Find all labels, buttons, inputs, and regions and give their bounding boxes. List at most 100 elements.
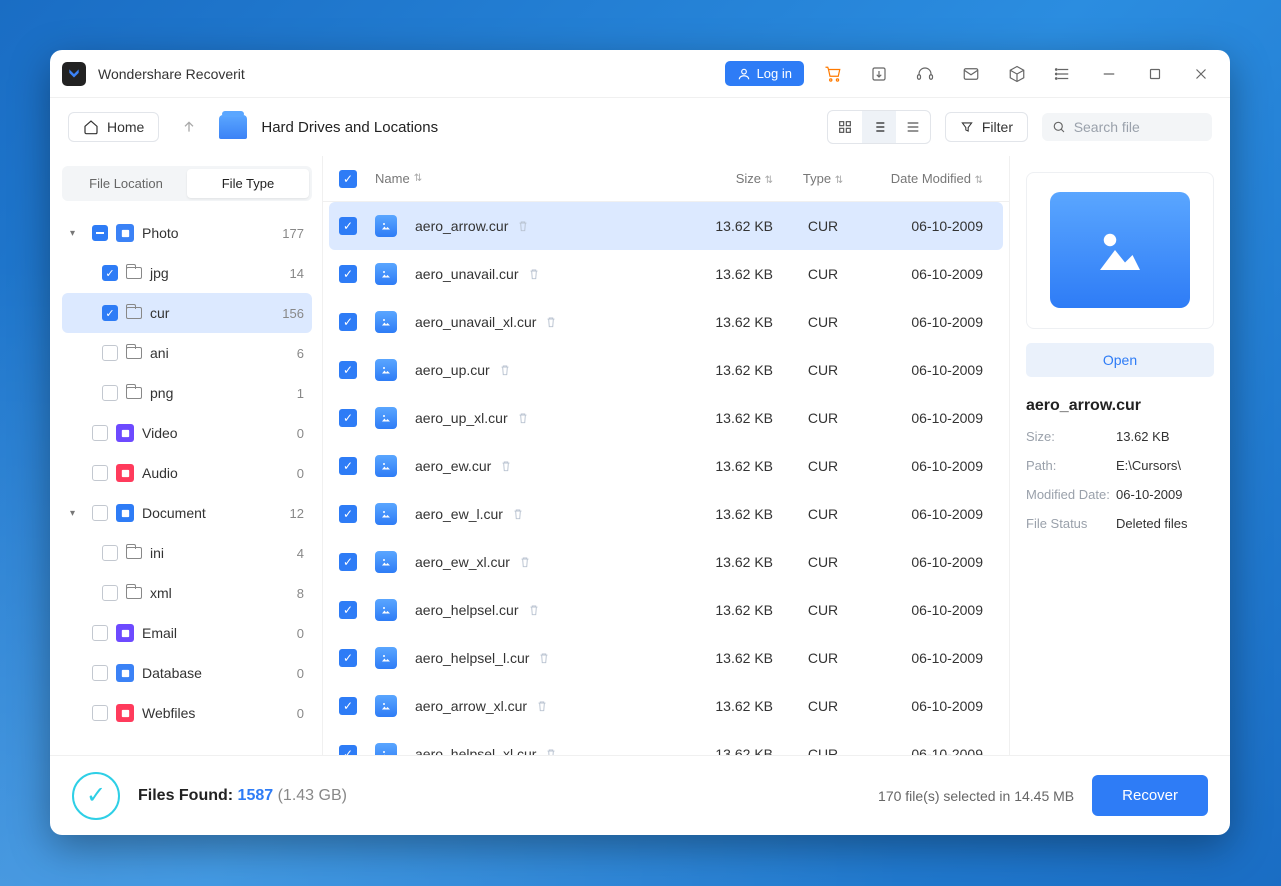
file-row[interactable]: ✓aero_arrow_xl.cur13.62 KBCUR06-10-2009 <box>323 682 1009 730</box>
file-row[interactable]: ✓aero_ew.cur13.62 KBCUR06-10-2009 <box>323 442 1009 490</box>
file-date: 06-10-2009 <box>873 362 993 378</box>
file-name: aero_unavail_xl.cur <box>415 314 536 330</box>
tree-checkbox[interactable] <box>92 225 108 241</box>
search-box[interactable] <box>1042 113 1212 141</box>
title-bar: Wondershare Recoverit Log in <box>50 50 1230 98</box>
tree-item-png[interactable]: png1 <box>62 373 312 413</box>
tab-file-type[interactable]: File Type <box>187 169 309 198</box>
file-row[interactable]: ✓aero_unavail.cur13.62 KBCUR06-10-2009 <box>323 250 1009 298</box>
view-grid-button[interactable] <box>828 111 862 143</box>
tree-count: 0 <box>297 666 304 681</box>
tree-checkbox[interactable] <box>92 505 108 521</box>
import-icon[interactable] <box>862 57 896 91</box>
row-checkbox[interactable]: ✓ <box>339 313 357 331</box>
file-row[interactable]: ✓aero_helpsel_xl.cur13.62 KBCUR06-10-200… <box>323 730 1009 755</box>
column-type[interactable]: Type ⇅ <box>773 171 873 186</box>
row-checkbox[interactable]: ✓ <box>339 457 357 475</box>
column-size[interactable]: Size ⇅ <box>673 171 773 186</box>
row-checkbox[interactable]: ✓ <box>339 265 357 283</box>
tree-item-audio[interactable]: Audio0 <box>62 453 312 493</box>
row-checkbox[interactable]: ✓ <box>339 361 357 379</box>
tree-item-photo[interactable]: ▾Photo177 <box>62 213 312 253</box>
mail-icon[interactable] <box>954 57 988 91</box>
file-row[interactable]: ✓aero_up_xl.cur13.62 KBCUR06-10-2009 <box>323 394 1009 442</box>
tree-checkbox[interactable] <box>92 425 108 441</box>
support-icon[interactable] <box>908 57 942 91</box>
tab-file-location[interactable]: File Location <box>65 169 187 198</box>
tree-item-ini[interactable]: ini4 <box>62 533 312 573</box>
tree-checkbox[interactable] <box>102 545 118 561</box>
file-type: CUR <box>773 218 873 234</box>
menu-icon[interactable] <box>1046 57 1080 91</box>
row-checkbox[interactable]: ✓ <box>339 553 357 571</box>
tree-checkbox[interactable] <box>102 385 118 401</box>
tree-item-document[interactable]: ▾Document12 <box>62 493 312 533</box>
filter-button[interactable]: Filter <box>945 112 1028 142</box>
file-row[interactable]: ✓aero_up.cur13.62 KBCUR06-10-2009 <box>323 346 1009 394</box>
tree-checkbox[interactable]: ✓ <box>102 305 118 321</box>
body: File Location File Type ▾Photo177✓jpg14✓… <box>50 156 1230 755</box>
row-checkbox[interactable]: ✓ <box>339 697 357 715</box>
tree-checkbox[interactable] <box>92 625 108 641</box>
close-button[interactable] <box>1184 57 1218 91</box>
view-list-button[interactable] <box>862 111 896 143</box>
tree-checkbox[interactable] <box>92 705 108 721</box>
file-row[interactable]: ✓aero_unavail_xl.cur13.62 KBCUR06-10-200… <box>323 298 1009 346</box>
file-list[interactable]: ✓aero_arrow.cur13.62 KBCUR06-10-2009✓aer… <box>323 202 1009 755</box>
row-checkbox[interactable]: ✓ <box>339 745 357 755</box>
row-checkbox[interactable]: ✓ <box>339 601 357 619</box>
home-button[interactable]: Home <box>68 112 159 142</box>
tree-item-jpg[interactable]: ✓jpg14 <box>62 253 312 293</box>
nav-up-button[interactable] <box>173 111 205 143</box>
tree-checkbox[interactable] <box>102 585 118 601</box>
tree-count: 1 <box>297 386 304 401</box>
tree-item-cur[interactable]: ✓cur156 <box>62 293 312 333</box>
tree-count: 0 <box>297 706 304 721</box>
tree-item-video[interactable]: Video0 <box>62 413 312 453</box>
recover-button[interactable]: Recover <box>1092 775 1208 816</box>
row-checkbox[interactable]: ✓ <box>339 217 357 235</box>
tree-count: 4 <box>297 546 304 561</box>
image-icon <box>1050 192 1190 308</box>
column-name[interactable]: Name⇅ <box>375 171 673 186</box>
maximize-button[interactable] <box>1138 57 1172 91</box>
column-date[interactable]: Date Modified ⇅ <box>873 171 993 186</box>
image-file-icon <box>375 695 397 717</box>
row-checkbox[interactable]: ✓ <box>339 409 357 427</box>
tree-checkbox[interactable]: ✓ <box>102 265 118 281</box>
file-row[interactable]: ✓aero_helpsel_l.cur13.62 KBCUR06-10-2009 <box>323 634 1009 682</box>
select-all-checkbox[interactable]: ✓ <box>339 170 357 188</box>
login-label: Log in <box>757 66 792 81</box>
app-logo <box>62 62 86 86</box>
cart-icon[interactable] <box>816 57 850 91</box>
file-type: CUR <box>773 506 873 522</box>
package-icon[interactable] <box>1000 57 1034 91</box>
file-row[interactable]: ✓aero_helpsel.cur13.62 KBCUR06-10-2009 <box>323 586 1009 634</box>
minimize-button[interactable] <box>1092 57 1126 91</box>
open-button[interactable]: Open <box>1026 343 1214 377</box>
file-row[interactable]: ✓aero_ew_xl.cur13.62 KBCUR06-10-2009 <box>323 538 1009 586</box>
search-input[interactable] <box>1074 119 1202 135</box>
tree-checkbox[interactable] <box>92 665 108 681</box>
tree-count: 12 <box>290 506 304 521</box>
sidebar: File Location File Type ▾Photo177✓jpg14✓… <box>50 156 322 755</box>
file-row[interactable]: ✓aero_ew_l.cur13.62 KBCUR06-10-2009 <box>323 490 1009 538</box>
tree-checkbox[interactable] <box>92 465 108 481</box>
tree-item-xml[interactable]: xml8 <box>62 573 312 613</box>
row-checkbox[interactable]: ✓ <box>339 505 357 523</box>
view-compact-button[interactable] <box>896 111 930 143</box>
file-row[interactable]: ✓aero_arrow.cur13.62 KBCUR06-10-2009 <box>329 202 1003 250</box>
tree-count: 0 <box>297 466 304 481</box>
tree-item-email[interactable]: Email0 <box>62 613 312 653</box>
login-button[interactable]: Log in <box>725 61 804 86</box>
tree-count: 0 <box>297 626 304 641</box>
tree-checkbox[interactable] <box>102 345 118 361</box>
meta-size-label: Size: <box>1026 429 1116 444</box>
file-size: 13.62 KB <box>673 362 773 378</box>
folder-icon <box>126 347 142 359</box>
row-checkbox[interactable]: ✓ <box>339 649 357 667</box>
type-tree: ▾Photo177✓jpg14✓cur156ani6png1Video0Audi… <box>62 213 312 733</box>
tree-item-ani[interactable]: ani6 <box>62 333 312 373</box>
tree-item-database[interactable]: Database0 <box>62 653 312 693</box>
tree-item-webfiles[interactable]: Webfiles0 <box>62 693 312 733</box>
